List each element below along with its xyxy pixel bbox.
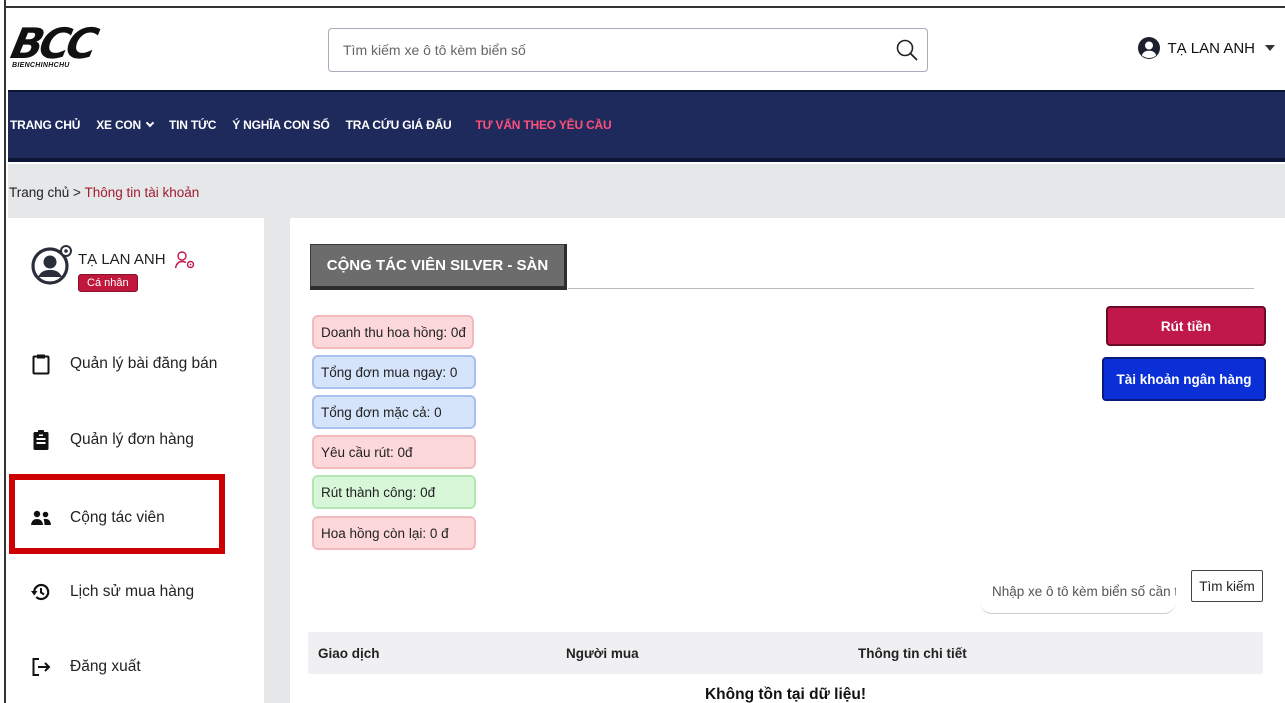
account-type-badge: Cá nhân — [78, 274, 138, 292]
sidebar-item-purchase-history[interactable]: Lịch sử mua hàng — [30, 581, 194, 603]
column-header-details: Thông tin chi tiết — [858, 645, 967, 661]
logo-mark: BCC — [6, 19, 99, 68]
profile-info: TẠ LAN ANH Cá nhân — [78, 248, 196, 292]
column-header-buyer: Người mua — [566, 645, 639, 661]
stat-withdraw-requests: Yêu cầu rút: 0đ — [312, 435, 476, 469]
sidebar-item-logout[interactable]: Đăng xuất — [30, 656, 141, 678]
nav-cars-label: XE CON — [96, 118, 142, 132]
profile-name: TẠ LAN ANH — [78, 250, 166, 268]
account-sidebar: TẠ LAN ANH Cá nhân Quản lý bài đăng bán — [8, 218, 264, 703]
logout-icon — [32, 658, 51, 676]
stat-buy-now-orders: Tổng đơn mua ngay: 0 — [312, 355, 476, 389]
nav-number-meaning-label: Ý NGHĨA CON SỐ — [232, 118, 330, 132]
sidebar-item-manage-orders[interactable]: Quản lý đơn hàng — [30, 429, 194, 451]
sidebar-item-label: Cộng tác viên — [70, 509, 165, 526]
user-name: TẠ LAN ANH — [1167, 39, 1255, 57]
stat-remaining-commission: Hoa hồng còn lại: 0 đ — [312, 516, 476, 550]
collaborator-level-title: CỘNG TÁC VIÊN SILVER - SÀN — [310, 244, 567, 290]
profile-avatar — [30, 242, 74, 286]
nav-consulting[interactable]: TƯ VẤN THEO YÊU CẦU — [476, 118, 612, 132]
transactions-table-header: Giao dịch Người mua Thông tin chi tiết — [308, 632, 1263, 674]
breadcrumb-separator: > — [69, 185, 85, 200]
frame-top-border — [0, 0, 1285, 8]
site-logo[interactable]: BCC BIENCHINHCHU — [7, 19, 122, 76]
site-header: BCC BIENCHINHCHU TẠ LAN ANH — [7, 10, 1285, 90]
sidebar-item-collaborators[interactable]: Cộng tác viên — [30, 507, 165, 529]
bank-account-button[interactable]: Tài khoản ngân hàng — [1104, 359, 1264, 399]
user-settings-icon[interactable] — [174, 248, 196, 270]
nav-auction-price[interactable]: TRA CỨU GIÁ ĐẤU — [346, 118, 452, 132]
empty-table-message: Không tồn tại dữ liệu! — [704, 686, 867, 703]
breadcrumb-current: Thông tin tài khoản — [84, 185, 200, 200]
nav-home[interactable]: TRANG CHỦ — [10, 118, 80, 132]
user-menu[interactable]: TẠ LAN ANH — [1137, 36, 1275, 60]
sidebar-item-label: Lịch sử mua hàng — [70, 583, 195, 600]
sidebar-item-label: Đăng xuất — [70, 658, 141, 675]
stat-bargain-orders: Tổng đơn mặc cả: 0 — [312, 395, 476, 429]
header-search-input[interactable] — [329, 29, 869, 71]
nav-cars[interactable]: XE CON — [96, 118, 155, 132]
nav-news[interactable]: TIN TỨC — [169, 118, 216, 132]
sidebar-item-manage-posts[interactable]: Quản lý bài đăng bán — [30, 353, 217, 375]
profile-block: TẠ LAN ANH Cá nhân — [30, 242, 196, 292]
header-search — [328, 28, 928, 72]
car-plate-search-input[interactable] — [980, 570, 1176, 614]
main-navbar: TRANG CHỦ XE CON TIN TỨC Ý NGHĨA CON SỐ … — [8, 90, 1285, 162]
title-divider — [568, 288, 1254, 289]
sidebar-item-label: Quản lý bài đăng bán — [70, 355, 218, 372]
clipboard-list-icon — [33, 430, 49, 450]
history-icon — [31, 583, 50, 601]
nav-auction-price-label: TRA CỨU GIÁ ĐẤU — [345, 118, 452, 132]
search-button[interactable]: Tìm kiếm — [1191, 570, 1263, 602]
stat-withdraw-success: Rút thành công: 0đ — [312, 475, 476, 509]
profile-name-row: TẠ LAN ANH — [78, 248, 196, 270]
user-circle-icon — [31, 245, 72, 285]
nav-home-label: TRANG CHỦ — [10, 118, 81, 132]
breadcrumb: Trang chủ > Thông tin tài khoản — [9, 185, 199, 200]
search-icon[interactable] — [895, 38, 919, 62]
sidebar-item-label: Quản lý đơn hàng — [70, 431, 194, 448]
stat-commission-revenue: Doanh thu hoa hồng: 0đ — [312, 315, 474, 349]
caret-down-icon — [1265, 45, 1275, 51]
main-panel: CỘNG TÁC VIÊN SILVER - SÀN Doanh thu hoa… — [290, 218, 1285, 703]
column-header-transaction: Giao dịch — [318, 645, 380, 661]
nav-number-meaning[interactable]: Ý NGHĨA CON SỐ — [232, 118, 330, 132]
user-avatar-icon — [1138, 37, 1161, 59]
chevron-down-icon — [145, 118, 155, 128]
nav-consulting-label: TƯ VẤN THEO YÊU CẦU — [475, 118, 612, 132]
frame-left-border — [0, 0, 6, 703]
breadcrumb-home[interactable]: Trang chủ — [9, 185, 69, 200]
nav-news-label: TIN TỨC — [169, 118, 217, 132]
clipboard-icon — [32, 354, 50, 375]
users-icon — [31, 510, 51, 525]
withdraw-button[interactable]: Rút tiền — [1108, 308, 1264, 344]
